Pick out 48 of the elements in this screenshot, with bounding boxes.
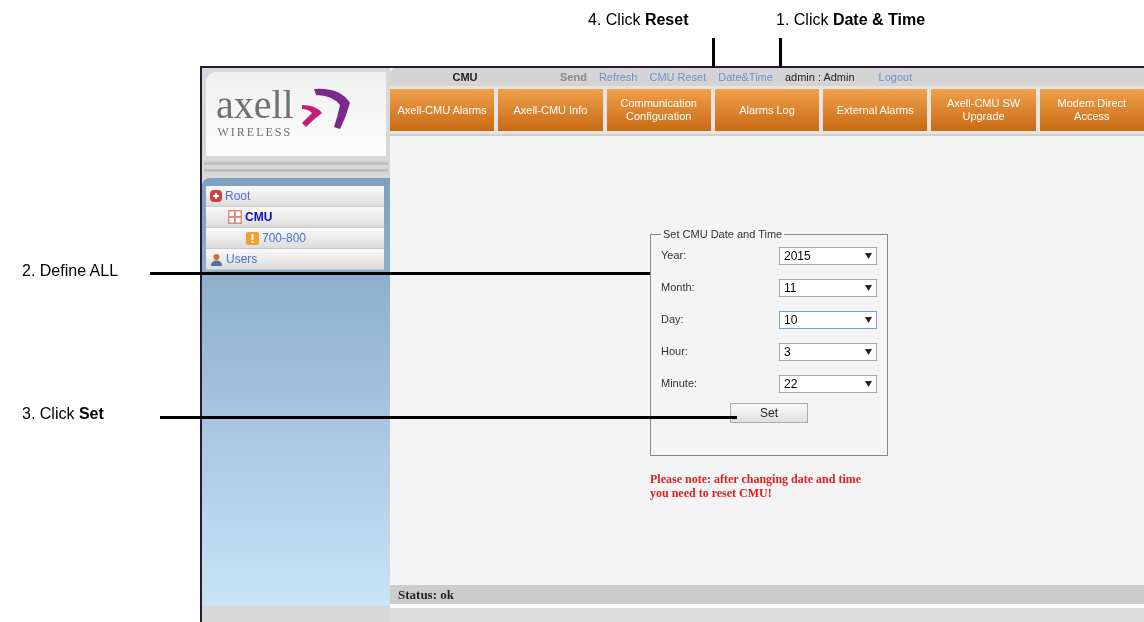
field-label: Minute:: [661, 376, 699, 392]
tree-item[interactable]: CMU: [206, 207, 384, 228]
grid-icon: [228, 210, 242, 224]
field-label: Year:: [661, 248, 688, 264]
dropdown[interactable]: 10: [779, 310, 877, 329]
logout-link[interactable]: Logout: [878, 68, 913, 86]
panel-legend: Set CMU Date and Time: [661, 226, 785, 243]
logo-tagline: WIRELESS: [217, 124, 293, 141]
dropdown-arrow-icon: [865, 252, 872, 259]
dropdown[interactable]: 3: [779, 342, 877, 361]
warning-note: Please note: after changing date and time you need to reset CMU!: [650, 472, 863, 500]
dropdown-arrow-icon: [865, 284, 872, 291]
nav-tab[interactable]: Modem Direct Access: [1039, 89, 1144, 131]
dropdown-arrow-icon: [865, 380, 872, 387]
user-icon: [210, 252, 223, 266]
tree-item[interactable]: Users: [206, 249, 384, 270]
leader-line: [712, 38, 715, 68]
callout-text: 1. Click Date & Time: [776, 10, 926, 30]
callout-text: 3. Click Set: [22, 404, 104, 424]
nav-tab[interactable]: Alarms Log: [714, 89, 820, 131]
top-bar-link[interactable]: Refresh: [598, 68, 638, 86]
dropdown[interactable]: 2015: [779, 246, 877, 265]
nav-tab[interactable]: External Alarms: [823, 89, 928, 131]
dropdown[interactable]: 22: [779, 374, 877, 393]
tree-item[interactable]: Root: [206, 186, 384, 207]
nav-tab[interactable]: Axell-CMU SW Upgrade: [931, 89, 1036, 131]
top-bar-title: CMU: [451, 69, 479, 85]
top-bar-link[interactable]: Date&Time: [718, 68, 773, 86]
field-label: Hour:: [661, 344, 689, 360]
user-label: admin : Admin: [784, 69, 855, 85]
callout-text: 4. Click Reset: [588, 10, 689, 30]
callout-text: 2. Define ALL: [22, 261, 119, 281]
field-label: Month:: [661, 280, 696, 296]
leader-line: [779, 38, 782, 68]
dropdown-arrow-icon: [865, 348, 872, 355]
top-bar-link[interactable]: CMU Reset: [649, 68, 707, 86]
plus-icon[interactable]: [210, 190, 222, 202]
dropdown[interactable]: 11: [779, 278, 877, 297]
nav-tab[interactable]: Axell-CMU Info: [498, 89, 603, 131]
warning-icon: [246, 231, 259, 245]
nav-tab[interactable]: Communication Configuration: [606, 89, 711, 131]
nav-tab[interactable]: Axell-CMU Alarms: [390, 89, 495, 131]
tree-item[interactable]: 700-800: [206, 228, 384, 249]
field-label: Day:: [661, 312, 685, 328]
dropdown-arrow-icon: [865, 316, 872, 323]
status-bar: Status: ok: [390, 585, 1144, 604]
logo-wordmark: axell: [216, 87, 294, 123]
set-button[interactable]: Set: [730, 402, 808, 423]
